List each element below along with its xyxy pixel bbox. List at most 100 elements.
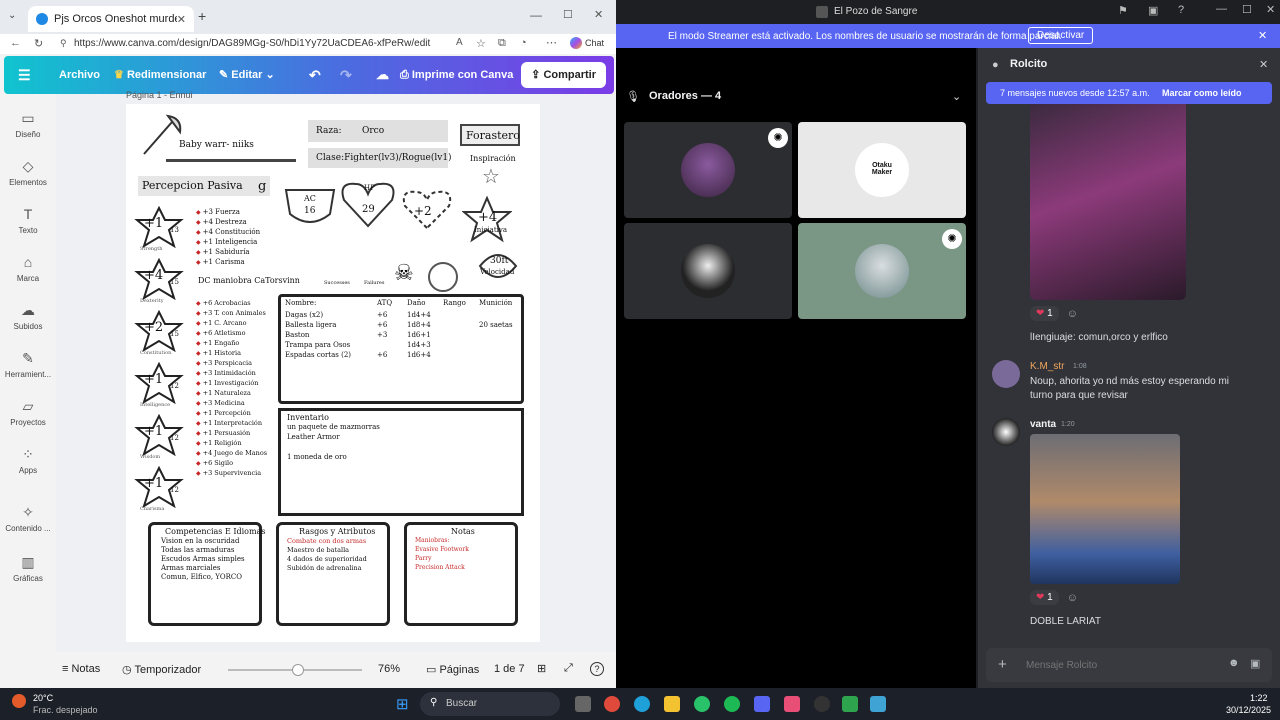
sidebar-item-marca[interactable]: ⌂ Marca — [0, 254, 56, 283]
favorite-star-icon[interactable]: ☆ — [476, 37, 486, 50]
timer-button[interactable]: ◷ Temporizador — [122, 663, 201, 676]
attack-cell: Dagas (x2) — [285, 311, 324, 319]
reaction-count: 1 — [1047, 308, 1053, 319]
browser-tab[interactable]: Pjs Orcos Oneshot murder hobo - ✕ — [28, 6, 194, 32]
grid-view-icon[interactable]: ⊞ — [537, 662, 546, 675]
menu-archivo[interactable]: Archivo — [59, 56, 100, 94]
chrome-icon[interactable] — [604, 696, 620, 712]
clock-date[interactable]: 30/12/2025 — [1226, 705, 1271, 715]
message-author[interactable]: K.M_str — [1030, 361, 1064, 372]
cloud-save-icon[interactable]: ☁ — [376, 56, 389, 94]
app-icon[interactable] — [784, 696, 800, 712]
sidebar-item-graficas[interactable]: ▥ Gráficas — [0, 554, 56, 583]
read-aloud-icon[interactable]: A — [456, 37, 463, 48]
menu-editar[interactable]: ✎ Editar ⌄ — [219, 56, 275, 94]
sidebar-item-diseno[interactable]: ▭ Diseño — [0, 110, 56, 139]
site-info-icon[interactable]: ⚲ — [60, 38, 67, 49]
redo-icon[interactable]: ↷ — [340, 56, 352, 94]
share-button[interactable]: ⇪ Compartir — [521, 62, 606, 88]
spotify-icon[interactable] — [724, 696, 740, 712]
clock-time[interactable]: 1:22 — [1250, 693, 1268, 703]
copilot-chat-button[interactable]: Chat — [570, 37, 604, 49]
close-tab-icon[interactable]: ✕ — [177, 13, 186, 26]
voice-tile-4[interactable]: ✺ — [798, 223, 966, 319]
ability-label: Wisdom — [140, 454, 161, 460]
sidebar-item-proyectos[interactable]: ▱ Proyectos — [0, 398, 56, 427]
flag-icon[interactable]: ⚑ — [1118, 4, 1128, 17]
tab-menu-chevron-icon[interactable]: ⌄ — [8, 10, 16, 21]
avatar[interactable] — [992, 418, 1020, 446]
reload-icon[interactable]: ↻ — [34, 37, 43, 50]
sidebar-item-contenido[interactable]: ✧ Contenido ... — [0, 504, 56, 533]
sidebar-item-texto[interactable]: T Texto — [0, 206, 56, 235]
notes-button[interactable]: ≡ Notas — [62, 663, 100, 675]
voice-tile-3[interactable] — [624, 223, 792, 319]
maximize-icon[interactable]: ☐ — [1242, 3, 1252, 16]
sticker-icon[interactable]: ▣ — [1250, 657, 1260, 670]
pages-button[interactable]: ▭ Páginas — [426, 663, 479, 676]
zoom-slider-knob[interactable] — [291, 664, 304, 676]
print-button[interactable]: ⎙ Imprime con Canva — [400, 56, 513, 94]
url-field[interactable]: https://www.canva.com/design/DAG89MGg-S0… — [74, 34, 430, 54]
inbox-icon[interactable]: ▣ — [1148, 4, 1158, 17]
menu-redimensionar[interactable]: ♛ Redimensionar — [114, 56, 206, 94]
taskbar-search[interactable]: ⚲ Buscar — [420, 692, 560, 716]
shared-image-character[interactable] — [1030, 104, 1186, 300]
obs-icon[interactable] — [814, 696, 830, 712]
message-input[interactable] — [1026, 656, 1206, 674]
new-tab-icon[interactable]: + — [198, 8, 206, 24]
minimize-icon[interactable]: — — [1216, 3, 1227, 15]
close-chat-icon[interactable]: ✕ — [1259, 58, 1268, 71]
profile-icon[interactable]: ◔ — [520, 37, 527, 49]
add-reaction-icon[interactable]: ☺ — [1067, 308, 1078, 320]
weather-description: Frac. despejado — [33, 705, 98, 715]
file-explorer-icon[interactable] — [664, 696, 680, 712]
close-window-icon[interactable]: ✕ — [1266, 3, 1275, 16]
discord-icon[interactable] — [754, 696, 770, 712]
sidebar-item-elementos[interactable]: ◇ Elementos — [0, 158, 56, 187]
heart-reaction[interactable]: ❤ 1 — [1030, 590, 1059, 605]
close-window-icon[interactable]: ✕ — [594, 8, 603, 21]
new-messages-bar[interactable]: 7 mensajes nuevos desde 12:57 a.m. Marca… — [986, 82, 1272, 104]
search-icon: ⚲ — [430, 697, 438, 708]
edge-icon[interactable] — [634, 696, 650, 712]
hamburger-menu-icon[interactable]: ☰ — [18, 56, 31, 94]
sidebar-item-apps[interactable]: ⁘ Apps — [0, 446, 56, 475]
sidebar-item-herramientas[interactable]: ✎ Herramient... — [0, 350, 56, 379]
whatsapp-icon[interactable] — [694, 696, 710, 712]
avatar[interactable] — [992, 360, 1020, 388]
maximize-icon[interactable]: ☐ — [563, 8, 573, 21]
help-icon[interactable]: ? — [590, 662, 604, 676]
task-view-icon[interactable] — [575, 696, 591, 712]
add-attachment-icon[interactable]: + — [998, 656, 1007, 673]
dismiss-banner-icon[interactable]: ✕ — [1258, 29, 1267, 42]
help-icon[interactable]: ? — [1178, 4, 1184, 16]
chevron-down-icon[interactable]: ⌄ — [952, 90, 961, 103]
fullscreen-icon[interactable]: ⤢ — [564, 662, 573, 675]
undo-icon[interactable]: ↶ — [309, 56, 321, 94]
extensions-icon[interactable]: ⧉ — [498, 37, 506, 50]
back-icon[interactable]: ← — [10, 37, 21, 49]
minimize-icon[interactable]: — — [530, 8, 542, 22]
shared-image-wrestling[interactable] — [1030, 434, 1180, 584]
character-sheet-page[interactable]: Baby warr- niiks Raza: Orco Clase:Fighte… — [126, 104, 540, 642]
zoom-level[interactable]: 76% — [378, 663, 400, 675]
calculator-icon[interactable] — [870, 696, 886, 712]
more-options-icon[interactable]: ⋯ — [546, 36, 557, 49]
deactivate-button[interactable]: Desactivar — [1028, 27, 1094, 44]
mark-read-button[interactable]: Marcar como leído — [1162, 88, 1242, 98]
sidebar-item-subidos[interactable]: ☁ Subidos — [0, 302, 56, 331]
gif-icon[interactable]: ☻ — [1228, 657, 1240, 669]
voice-tile-1[interactable]: ✺ — [624, 122, 792, 218]
weather-temp[interactable]: 20°C — [33, 693, 53, 703]
message-author[interactable]: vanta — [1030, 419, 1056, 430]
voice-tile-2[interactable]: Otaku Maker — [798, 122, 966, 218]
start-windows-icon[interactable]: ⊞ — [396, 695, 409, 713]
heart-icon: ❤ — [1036, 592, 1045, 603]
add-reaction-icon[interactable]: ☺ — [1067, 592, 1078, 604]
proficiency-dot-icon: ◆ — [196, 380, 201, 387]
app-icon[interactable] — [842, 696, 858, 712]
pencil-icon: ✎ — [219, 69, 229, 81]
zoom-slider[interactable] — [228, 664, 362, 676]
heart-reaction[interactable]: ❤ 1 — [1030, 306, 1059, 321]
